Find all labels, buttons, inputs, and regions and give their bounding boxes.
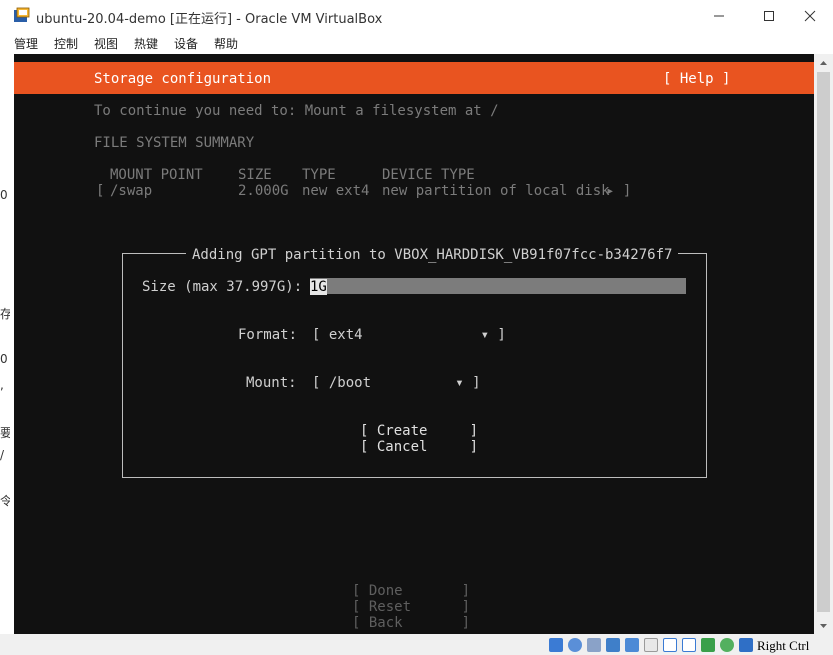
- edge-fragment: 存: [0, 307, 10, 321]
- format-select[interactable]: [ ext4 ▾ ]: [312, 327, 506, 343]
- menu-bar: 管理 控制 视图 热键 设备 帮助: [0, 31, 833, 53]
- usb-icon[interactable]: [625, 638, 639, 652]
- row-type: new ext4: [302, 183, 370, 199]
- done-button[interactable]: [ Done ]: [352, 583, 470, 599]
- back-button[interactable]: [ Back ]: [352, 615, 470, 631]
- scroll-down-icon[interactable]: [818, 620, 829, 631]
- menu-devices[interactable]: 设备: [174, 35, 198, 52]
- create-button[interactable]: [ Create ]: [360, 423, 478, 439]
- close-button[interactable]: [787, 0, 833, 31]
- window-title: ubuntu-20.04-demo [正在运行] - Oracle VM Vir…: [36, 12, 383, 27]
- format-label: Format:: [238, 327, 298, 343]
- installer-header: Storage configuration [ Help ]: [14, 62, 814, 94]
- mount-label: Mount:: [246, 375, 297, 391]
- cpu-icon[interactable]: [701, 638, 715, 652]
- col-type: TYPE: [302, 167, 336, 183]
- scrollbar-thumb[interactable]: [817, 72, 830, 612]
- close-icon: [804, 10, 816, 21]
- network-icon[interactable]: [606, 638, 620, 652]
- help-button[interactable]: [ Help ]: [663, 71, 730, 87]
- audio-icon[interactable]: [587, 638, 601, 652]
- edge-fragment: 要: [0, 426, 10, 440]
- keyboard-capture-icon[interactable]: [739, 638, 753, 652]
- optical-drive-icon[interactable]: [568, 638, 582, 652]
- host-key-label: Right Ctrl: [757, 638, 810, 653]
- header-title: Storage configuration: [94, 71, 272, 87]
- shared-folder-icon[interactable]: [644, 638, 658, 652]
- virtualbox-icon: [14, 7, 30, 22]
- size-input[interactable]: [310, 278, 686, 294]
- mouse-integration-icon[interactable]: [720, 638, 734, 652]
- scroll-up-icon[interactable]: [818, 58, 829, 69]
- edge-fragment: 0: [0, 352, 8, 366]
- mount-select[interactable]: [ /boot ▾ ]: [312, 375, 481, 391]
- maximize-icon: [764, 10, 774, 21]
- edge-fragment: ,: [0, 378, 4, 392]
- summary-heading: FILE SYSTEM SUMMARY: [94, 135, 255, 151]
- row-bracket: [: [96, 183, 105, 199]
- minimize-button[interactable]: [696, 0, 742, 31]
- menu-help[interactable]: 帮助: [214, 35, 238, 52]
- reset-button[interactable]: [ Reset ]: [352, 599, 470, 615]
- dialog-title: Adding GPT partition to VBOX_HARDDISK_VB…: [186, 247, 679, 263]
- edge-fragment: 0: [0, 188, 8, 202]
- title-bar: ubuntu-20.04-demo [正在运行] - Oracle VM Vir…: [0, 0, 833, 31]
- col-device-type: DEVICE TYPE: [382, 167, 475, 183]
- vm-display[interactable]: Storage configuration [ Help ] To contin…: [14, 54, 814, 634]
- display-icon[interactable]: [663, 638, 677, 652]
- maximize-button[interactable]: [746, 0, 792, 31]
- instruction-text: To continue you need to: Mount a filesys…: [94, 103, 499, 119]
- edge-fragment: /: [0, 448, 5, 462]
- row-size: 2.000G: [238, 183, 289, 199]
- minimize-icon: [714, 15, 724, 16]
- recording-icon[interactable]: [682, 638, 696, 652]
- menu-hotkeys[interactable]: 热键: [134, 35, 158, 52]
- col-size: SIZE: [238, 167, 272, 183]
- row-mount-point: /swap: [110, 183, 153, 199]
- row-arrow-icon[interactable]: ▸ ]: [606, 183, 631, 199]
- cancel-button[interactable]: [ Cancel ]: [360, 439, 478, 455]
- col-mount-point: MOUNT POINT: [110, 167, 203, 183]
- menu-control[interactable]: 控制: [54, 35, 78, 52]
- hard-disk-icon[interactable]: [549, 638, 563, 652]
- row-device-type: new partition of local disk: [382, 183, 610, 199]
- edge-fragment: 令: [0, 494, 10, 508]
- menu-view[interactable]: 视图: [94, 35, 118, 52]
- size-input-value[interactable]: 1G: [310, 279, 327, 295]
- size-label: Size (max 37.997G):: [142, 279, 303, 295]
- menu-manage[interactable]: 管理: [14, 35, 38, 52]
